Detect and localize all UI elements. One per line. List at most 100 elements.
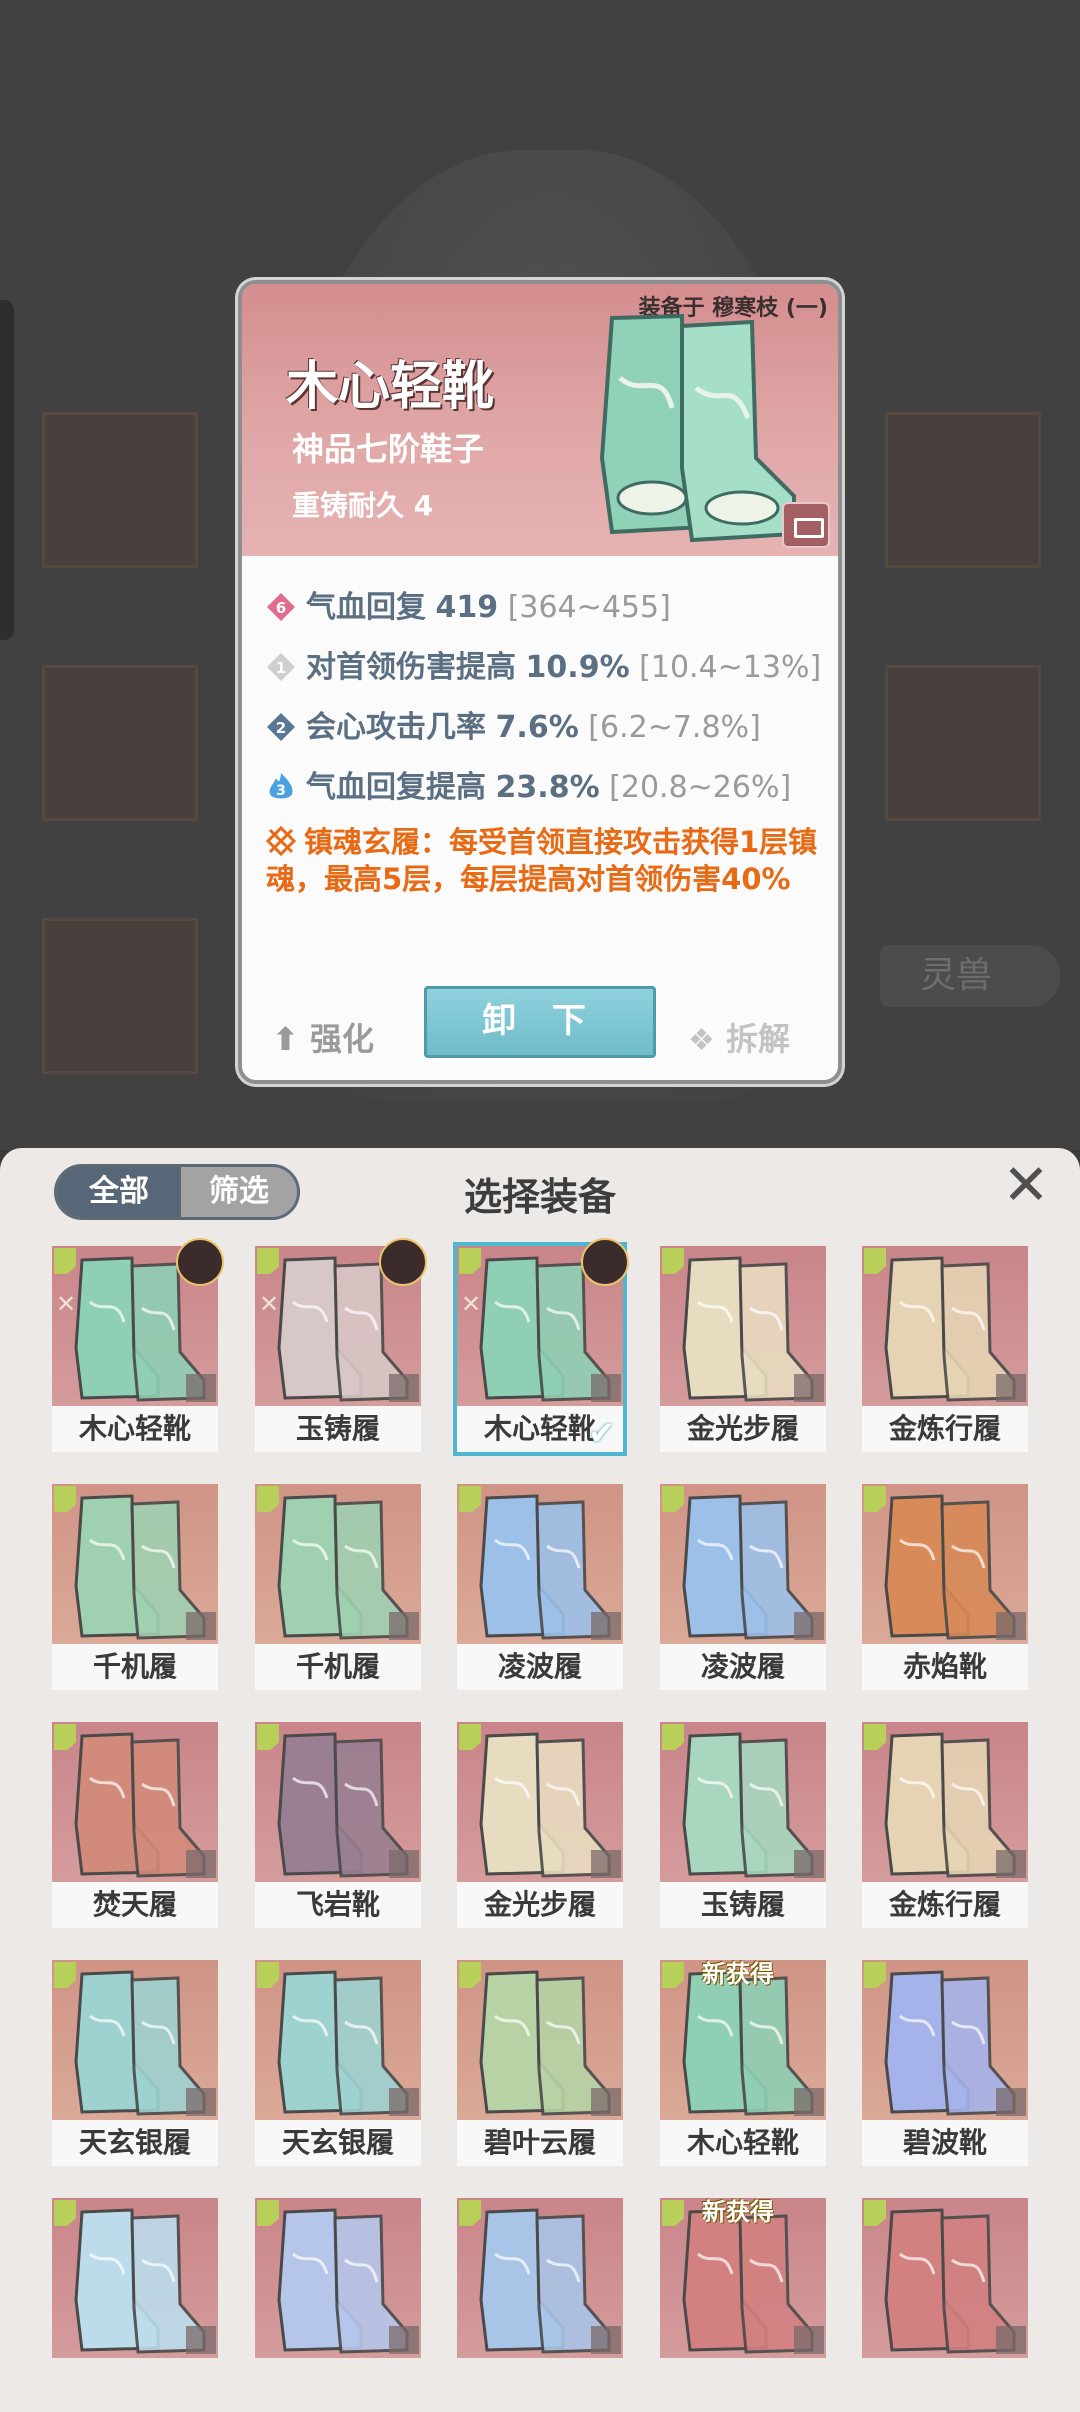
new-badge: 新获得 (702, 1960, 774, 1988)
equipment-item[interactable]: 金光步履 (457, 1722, 623, 1928)
stat-range: [10.4~13%] (639, 650, 822, 685)
equipment-item[interactable]: ✕ 玉铸履 (255, 1238, 427, 1452)
item-image (457, 1960, 623, 2120)
stat-value: 23.8% (495, 770, 600, 805)
lock-button[interactable] (782, 502, 830, 548)
lock-icon (996, 1850, 1026, 1878)
equipment-item[interactable]: 赤焰靴 (862, 1484, 1028, 1690)
item-image (862, 1722, 1028, 1882)
upgrade-label: 强化 (309, 1020, 374, 1058)
stat-line-2: 1 对首领伤害提高 10.9% [10.4~13%] (266, 642, 821, 686)
side-handle (0, 300, 14, 640)
stat-line-4: 3 气血回复提高 23.8% [20.8~26%] (266, 762, 791, 806)
equipment-item[interactable]: 千机履 (52, 1484, 218, 1690)
lock-icon (591, 1850, 621, 1878)
panel-title: 选择装备 (463, 1175, 616, 1219)
stat-badge-4: 3 (276, 783, 286, 799)
item-name-label: 赤焰靴 (862, 1644, 1028, 1690)
item-image: ✕ (457, 1238, 629, 1406)
item-name-label: 碧叶云履 (457, 2120, 623, 2166)
lock-icon (996, 2088, 1026, 2116)
item-image (255, 1960, 421, 2120)
equipment-item[interactable]: 碧波靴 (862, 1960, 1028, 2166)
equip-slot-boots (42, 918, 198, 1074)
item-name-label: 碧波靴 (862, 2120, 1028, 2166)
equipment-select-panel: 全部 筛选 选择装备 ✕ ✕ 木心轻靴 ✕ 玉铸履 ✕ 木心轻靴 ✔ 金光步履 金炼行履 千机履千… (0, 1148, 1080, 2412)
equipment-item[interactable] (52, 2198, 218, 2358)
dismantle-button[interactable]: ❖ 拆解 (688, 1014, 790, 1060)
close-icon[interactable]: ✕ (998, 1158, 1054, 1214)
stat-name: 气血回复提高 (306, 770, 486, 805)
item-image: ✕ (255, 1238, 427, 1406)
lock-icon (186, 2088, 216, 2116)
arrow-up-icon: ⬆ (272, 1020, 299, 1058)
item-name-label: 玉铸履 (660, 1882, 826, 1928)
item-image (660, 1484, 826, 1644)
lock-icon (794, 1374, 824, 1402)
item-image (457, 1722, 623, 1882)
diamond-badge-icon: 1 (267, 653, 295, 681)
unequip-button[interactable]: 卸 下 (424, 986, 656, 1058)
item-image (862, 1960, 1028, 2120)
equipment-item[interactable]: 金炼行履 (862, 1246, 1028, 1452)
lock-icon (186, 1374, 216, 1402)
item-grade: 神品七阶鞋子 (292, 430, 485, 468)
equipment-item[interactable]: 玉铸履 (660, 1722, 826, 1928)
item-image: ✕ (52, 1238, 224, 1406)
item-image (52, 1960, 218, 2120)
lock-icon (996, 2326, 1026, 2354)
avatar (176, 1238, 224, 1286)
stat-value: 419 (435, 590, 499, 625)
equipment-item[interactable]: 凌波履 (660, 1484, 826, 1690)
equipment-item[interactable]: ✕ 木心轻靴 ✔ (453, 1238, 629, 1456)
equipment-item[interactable] (862, 2198, 1028, 2358)
item-image (255, 1722, 421, 1882)
lock-icon (794, 2326, 824, 2354)
upgrade-button[interactable]: ⬆ 强化 (272, 1014, 374, 1060)
item-image (862, 1246, 1028, 1406)
equipment-item[interactable]: 飞岩靴 (255, 1722, 421, 1928)
item-image (255, 1484, 421, 1644)
lock-icon (996, 1374, 1026, 1402)
equipment-item[interactable]: 金炼行履 (862, 1722, 1028, 1928)
lock-icon (794, 1850, 824, 1878)
stat-range: [364~455] (507, 590, 671, 625)
stat-value: 7.6% (495, 710, 579, 745)
stat-name: 对首领伤害提高 (306, 650, 516, 685)
rune-icon: ✕ (461, 1290, 482, 1318)
item-name-label: 焚天履 (52, 1882, 218, 1928)
item-image (457, 2198, 623, 2358)
equipment-item[interactable]: 凌波履 (457, 1484, 623, 1690)
equipment-item[interactable]: 天玄银履 (255, 1960, 421, 2166)
item-name-label: 木心轻靴 (660, 2120, 826, 2166)
equip-slot-weapon (42, 412, 198, 568)
equipment-item[interactable]: 天玄银履 (52, 1960, 218, 2166)
special-effect: 镇魂玄履：每受首领直接攻击获得1层镇魂，最高5层，每层提高对首领伤害40% (266, 824, 826, 898)
equipment-item[interactable]: 新获得 (660, 2198, 826, 2358)
equipment-item[interactable] (457, 2198, 623, 2358)
stat-range: [6.2~7.8%] (588, 710, 761, 745)
equipment-item[interactable]: 金光步履 (660, 1246, 826, 1452)
lock-icon (996, 1612, 1026, 1640)
equipment-item[interactable]: 千机履 (255, 1484, 421, 1690)
lock-icon (186, 1612, 216, 1640)
lock-icon (389, 1374, 419, 1402)
item-name-label: 金炼行履 (862, 1406, 1028, 1452)
equipment-item[interactable] (255, 2198, 421, 2358)
equipment-item[interactable]: 木心轻靴 新获得 (660, 1960, 826, 2166)
item-name-label: 天玄银履 (52, 2120, 218, 2166)
item-name-label: 金炼行履 (862, 1882, 1028, 1928)
dismantle-label: 拆解 (726, 1020, 791, 1058)
lock-icon (591, 1612, 621, 1640)
item-image (660, 1722, 826, 1882)
avatar (581, 1238, 629, 1286)
equipment-item[interactable]: ✕ 木心轻靴 (52, 1238, 224, 1452)
equipment-item[interactable]: 焚天履 (52, 1722, 218, 1928)
item-name-label: 天玄银履 (255, 2120, 421, 2166)
equipment-detail-card: 装备于 穆寒枝 (一) 木心轻靴 神品七阶鞋子 重铸耐久 4 6 气血回复 419… (238, 280, 842, 1084)
equipment-item[interactable]: 碧叶云履 (457, 1960, 623, 2166)
item-image (52, 1484, 218, 1644)
item-image (457, 1484, 623, 1644)
stat-badge-3: 2 (276, 719, 286, 737)
item-name-label: 木心轻靴 (52, 1406, 218, 1452)
